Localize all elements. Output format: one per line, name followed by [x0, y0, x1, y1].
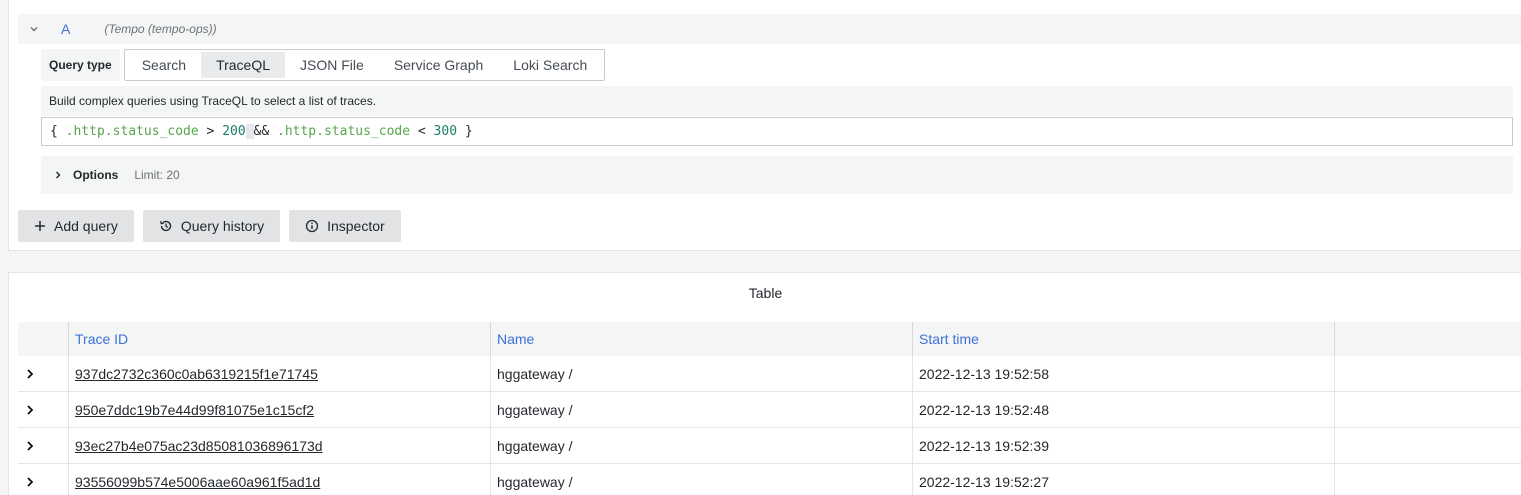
editor-token: > [198, 124, 223, 139]
column-header-name[interactable]: Name [490, 322, 912, 356]
table-title: Table [748, 285, 783, 301]
editor-token [269, 124, 277, 139]
query-history-label: Query history [180, 218, 265, 234]
query-history-button[interactable]: Query history [142, 210, 281, 242]
cell-trace-id: 93556099b574e5006aae60a961f5ad1d [68, 464, 490, 495]
query-type-service-graph[interactable]: Service Graph [379, 52, 498, 78]
cell-empty [1334, 464, 1521, 495]
editor-token: && [253, 124, 270, 139]
cell-trace-id: 950e7ddc19b7e44d99f81075e1c15cf2 [68, 392, 490, 427]
table-row: 93ec27b4e075ac23d85081036896173d hggatew… [18, 428, 1521, 464]
chevron-right-icon [27, 476, 34, 487]
query-row-header[interactable]: A (Tempo (tempo-ops)) [18, 14, 1521, 44]
editor-token [245, 124, 254, 139]
table-header: Trace ID Name Start time [18, 322, 1521, 356]
column-header-empty [1334, 322, 1521, 356]
editor-token: 200 [222, 124, 246, 139]
traceql-help-text: Build complex queries using TraceQL to s… [41, 86, 1513, 116]
column-header-start-time[interactable]: Start time [912, 322, 1334, 356]
row-expand-button[interactable] [18, 428, 68, 463]
add-query-label: Add query [54, 218, 118, 234]
cell-empty [1334, 356, 1521, 391]
row-expand-button[interactable] [18, 392, 68, 427]
query-type-traceql[interactable]: TraceQL [201, 52, 286, 78]
chevron-down-icon[interactable] [29, 24, 39, 34]
cell-start-time: 2022-12-13 19:52:27 [912, 464, 1334, 495]
trace-id-link[interactable]: 93ec27b4e075ac23d85081036896173d [75, 438, 323, 454]
editor-token: < [410, 124, 434, 139]
table-row: 93556099b574e5006aae60a961f5ad1d hggatew… [18, 464, 1521, 495]
options-summary: Limit: 20 [134, 168, 180, 182]
cell-empty [1334, 428, 1521, 463]
options-title: Options [73, 168, 119, 182]
table-row: 950e7ddc19b7e44d99f81075e1c15cf2 hggatew… [18, 392, 1521, 428]
datasource-name: (Tempo (tempo-ops)) [104, 22, 217, 36]
inspector-label: Inspector [327, 218, 385, 234]
query-type-json-file[interactable]: JSON File [285, 52, 379, 78]
table-panel: Table Trace ID Name Start time 937dc2732… [8, 272, 1521, 495]
cell-name: hggateway / [490, 428, 912, 463]
cell-start-time: 2022-12-13 19:52:48 [912, 392, 1334, 427]
cell-name: hggateway / [490, 392, 912, 427]
chevron-right-icon [27, 404, 34, 415]
cell-name: hggateway / [490, 464, 912, 495]
editor-token: } [457, 124, 473, 139]
options-section[interactable]: Options Limit: 20 [41, 156, 1513, 194]
plus-icon [34, 220, 46, 232]
editor-token: 300 [433, 124, 458, 139]
query-type-radio-group: Search TraceQL JSON File Service Graph L… [123, 49, 606, 81]
traceql-editor[interactable]: { .http.status_code > 200 && .http.statu… [41, 117, 1513, 146]
trace-id-link[interactable]: 93556099b574e5006aae60a961f5ad1d [75, 474, 320, 490]
column-header-trace-id[interactable]: Trace ID [68, 322, 490, 356]
add-query-button[interactable]: Add query [18, 210, 134, 242]
editor-token: .http.status_code [277, 124, 411, 139]
query-type-loki-search[interactable]: Loki Search [498, 52, 602, 78]
editor-token: { [50, 124, 66, 139]
cell-empty [1334, 392, 1521, 427]
cell-trace-id: 93ec27b4e075ac23d85081036896173d [68, 428, 490, 463]
inspector-button[interactable]: Inspector [289, 210, 401, 242]
query-ref-id[interactable]: A [61, 21, 70, 37]
chevron-right-icon [27, 440, 34, 451]
query-type-label: Query type [41, 49, 120, 81]
editor-token: .http.status_code [65, 124, 199, 139]
row-expand-button[interactable] [18, 356, 68, 391]
chevron-right-icon[interactable] [53, 170, 63, 180]
info-circle-icon [305, 219, 319, 233]
trace-id-link[interactable]: 950e7ddc19b7e44d99f81075e1c15cf2 [75, 402, 314, 418]
table-body: 937dc2732c360c0ab6319215f1e71745 hggatew… [18, 356, 1521, 495]
query-type-row: Query type Search TraceQL JSON File Serv… [41, 49, 606, 81]
cell-start-time: 2022-12-13 19:52:58 [912, 356, 1334, 391]
cell-start-time: 2022-12-13 19:52:39 [912, 428, 1334, 463]
query-type-search[interactable]: Search [127, 52, 201, 78]
query-actions: Add query Query history Inspector [18, 210, 401, 242]
row-expand-button[interactable] [18, 464, 68, 495]
cell-name: hggateway / [490, 356, 912, 391]
chevron-right-icon [27, 368, 34, 379]
query-editor-panel: A (Tempo (tempo-ops)) Query type Search … [8, 0, 1521, 251]
history-icon [159, 219, 173, 233]
trace-id-link[interactable]: 937dc2732c360c0ab6319215f1e71745 [75, 366, 318, 382]
expander-column-header [18, 322, 68, 356]
cell-trace-id: 937dc2732c360c0ab6319215f1e71745 [68, 356, 490, 391]
table-row: 937dc2732c360c0ab6319215f1e71745 hggatew… [18, 356, 1521, 392]
